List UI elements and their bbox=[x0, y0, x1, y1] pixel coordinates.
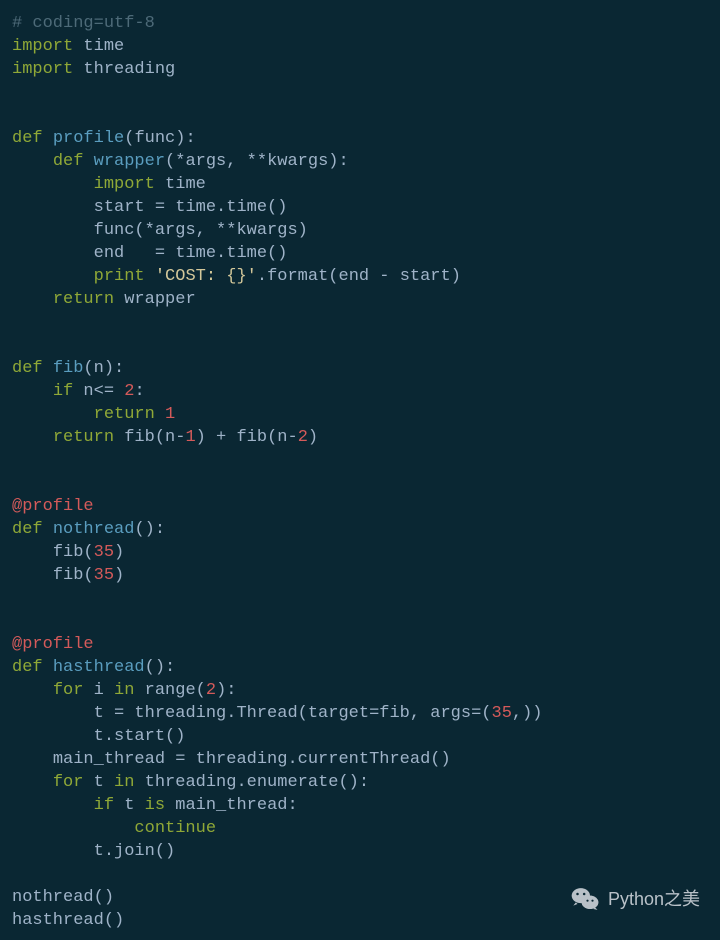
call-hasthread: hasthread() bbox=[12, 911, 124, 930]
watermark: Python之美 bbox=[570, 884, 700, 914]
decorator-profile: @profile bbox=[12, 497, 94, 516]
import-kw: import bbox=[12, 37, 73, 56]
print-kw: print bbox=[94, 267, 155, 286]
def-hasthread: hasthread bbox=[53, 658, 145, 677]
continue-kw: continue bbox=[134, 819, 216, 838]
def-fib: fib bbox=[53, 359, 84, 378]
decorator-profile: @profile bbox=[12, 635, 94, 654]
call-nothread: nothread() bbox=[12, 888, 114, 907]
watermark-text: Python之美 bbox=[608, 888, 700, 911]
comment-line: # coding=utf-8 bbox=[12, 14, 155, 33]
def-profile: profile bbox=[53, 129, 124, 148]
def-nothread: nothread bbox=[53, 520, 135, 539]
def-wrapper: wrapper bbox=[94, 152, 165, 171]
import-kw: import bbox=[12, 60, 73, 79]
wechat-icon bbox=[570, 884, 600, 914]
def-kw: def bbox=[12, 129, 53, 148]
code-block: # coding=utf-8 import time import thread… bbox=[12, 12, 708, 932]
